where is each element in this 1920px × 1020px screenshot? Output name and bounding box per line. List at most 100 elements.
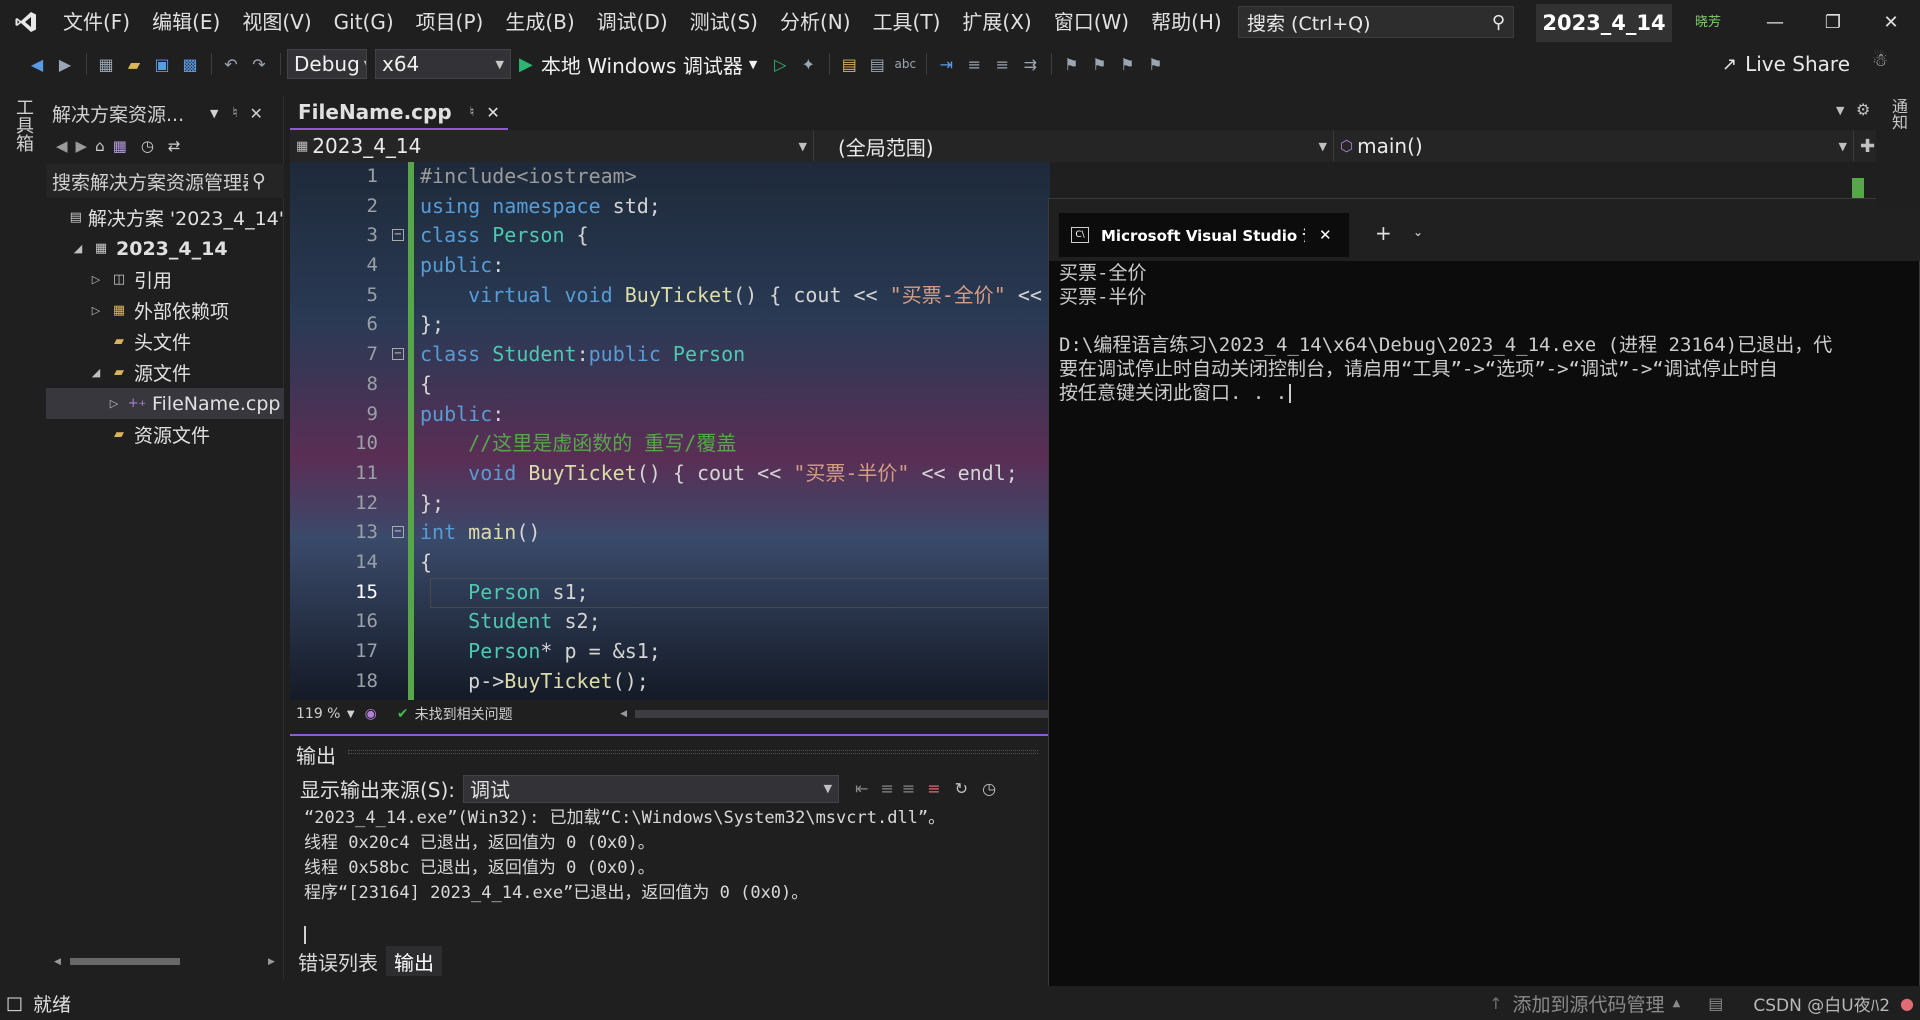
tree-item[interactable]: ▰ 资源文件 xyxy=(46,419,284,450)
find-message-icon[interactable]: ⇤ xyxy=(855,779,868,798)
tree-item[interactable]: ▤ 解决方案 '2023_4_14' xyxy=(46,202,284,233)
new-project-icon[interactable]: ▦ xyxy=(93,51,119,77)
indent-icon[interactable]: ⇉ xyxy=(1017,51,1043,77)
restore-button[interactable]: ❐ xyxy=(1804,0,1862,44)
prev-bookmark-icon[interactable]: ⚑ xyxy=(1086,51,1112,77)
output-text[interactable]: “2023_4_14.exe”(Win32): 已加载“C:\Windows\S… xyxy=(304,806,1044,918)
zoom-level[interactable]: 119 % xyxy=(296,706,347,722)
save-all-icon[interactable]: ▩ xyxy=(177,51,203,77)
search-input[interactable]: 搜索 (Ctrl+Q) ⚲ xyxy=(1238,6,1514,38)
configuration-select[interactable]: Debug▼ xyxy=(287,49,367,79)
member-nav-dropdown[interactable]: ⬡ main() ▼ xyxy=(1334,131,1854,161)
menu-item[interactable]: 分析(N) xyxy=(769,0,862,44)
user-avatar[interactable]: 晓芳 xyxy=(1688,8,1728,32)
issues-label[interactable]: 未找到相关问题 xyxy=(415,704,621,724)
switch-views-icon[interactable]: ▦ xyxy=(113,137,127,155)
clear-all-icon[interactable]: ≡ xyxy=(927,779,940,798)
back-icon[interactable]: ◀ xyxy=(24,51,50,77)
tree-item[interactable]: ▰ 头文件 xyxy=(46,326,284,357)
menu-item[interactable]: Git(G) xyxy=(323,0,405,44)
menu-item[interactable]: 帮助(H) xyxy=(1140,0,1233,44)
collapse-region-icon[interactable]: − xyxy=(392,348,404,361)
tree-item[interactable]: ◢ ▦ 2023_4_14 xyxy=(46,233,284,264)
notifications-tab[interactable]: 通知 xyxy=(1886,98,1910,130)
panel-menu-icon[interactable]: ▼ xyxy=(210,107,218,120)
home-icon[interactable]: ⌂ xyxy=(95,137,105,155)
back-icon[interactable]: ◀ xyxy=(56,137,68,155)
tab-list-dropdown-icon[interactable]: ▼ xyxy=(1836,104,1844,117)
expand-toggle-icon[interactable]: ◢ xyxy=(70,242,86,255)
intellicode-icon[interactable]: ◉ xyxy=(365,706,377,722)
expand-toggle-icon[interactable]: ◢ xyxy=(88,366,104,379)
undo-icon[interactable]: ↶ xyxy=(218,51,244,77)
notification-bell-icon[interactable]: ● xyxy=(1900,994,1914,1013)
horizontal-scrollbar[interactable] xyxy=(635,710,1050,718)
project-nav-dropdown[interactable]: ▦ 2023_4_14 ▼ xyxy=(290,131,814,161)
pin-icon[interactable]: ♮ xyxy=(470,105,475,120)
source-control-label[interactable]: 添加到源代码管理 xyxy=(1513,990,1665,1017)
start-debugging-button[interactable]: ▶ 本地 Windows 调试器 ▼ xyxy=(519,50,757,79)
bookmark-icon[interactable]: ⚑ xyxy=(1058,51,1084,77)
chevron-down-icon[interactable]: ⌄ xyxy=(1413,225,1423,239)
output-source-select[interactable]: 调试 ▼ xyxy=(463,774,840,803)
browse-icon[interactable]: ▤ xyxy=(836,51,862,77)
menu-item[interactable]: 编辑(E) xyxy=(141,0,231,44)
tree-item[interactable]: ▷ + + FileName.cpp xyxy=(46,388,284,419)
tab-output[interactable]: 输出 xyxy=(386,946,442,976)
layout-icon[interactable]: ▤ xyxy=(864,51,890,77)
menu-item[interactable]: 文件(F) xyxy=(52,0,141,44)
spell-check-icon[interactable]: abc xyxy=(892,51,918,77)
close-panel-icon[interactable]: ✕ xyxy=(249,104,262,123)
tab-filename-cpp[interactable]: FileName.cpp ♮ ✕ xyxy=(290,96,508,130)
next-message-icon[interactable]: ≡ xyxy=(902,779,915,798)
tree-item[interactable]: ▷ ◫ 引用 xyxy=(46,264,284,295)
close-window-button[interactable]: ✕ xyxy=(1862,0,1920,44)
forward-icon[interactable]: ▶ xyxy=(52,51,78,77)
collapse-region-icon[interactable]: − xyxy=(392,229,404,242)
settings-gear-icon[interactable]: ⚙ xyxy=(1856,100,1870,119)
menu-item[interactable]: 扩展(X) xyxy=(951,0,1042,44)
tab-error-list[interactable]: 错误列表 xyxy=(290,946,386,976)
feedback-icon[interactable]: ☃ xyxy=(1872,50,1888,71)
horizontal-scrollbar[interactable]: ◀ ▶ xyxy=(54,954,276,968)
pending-changes-icon[interactable]: ◷ xyxy=(141,137,154,155)
console-tab[interactable]: C\ Microsoft Visual Studio 调试控 ✕ xyxy=(1059,213,1349,257)
platform-select[interactable]: x64 ▼ xyxy=(375,49,511,79)
close-tab-icon[interactable]: ✕ xyxy=(486,103,499,122)
code-text[interactable]: #include<iostream> using namespace std; cl… xyxy=(420,162,1050,700)
clear-bookmarks-icon[interactable]: ⚑ xyxy=(1142,51,1168,77)
pin-icon[interactable]: ♮ xyxy=(232,105,237,121)
sync-icon[interactable]: ⇄ xyxy=(168,137,181,155)
code-editor[interactable]: 1 2 3 4 5 6 7 8 9 10 11 12 13 14 15 16 17 18 − − − #include… xyxy=(290,162,1050,700)
console-output[interactable]: 买票-全价 买票-半价 D:\编程语言练习\2023_4_14\x64\Debug\… xyxy=(1059,261,1919,981)
forward-icon[interactable]: ▶ xyxy=(76,137,88,155)
expand-toggle-icon[interactable]: ▷ xyxy=(106,397,122,410)
expand-toggle-icon[interactable]: ▷ xyxy=(88,304,104,317)
expand-toggle-icon[interactable]: ▷ xyxy=(88,273,104,286)
chevron-down-icon[interactable]: ▼ xyxy=(347,709,355,720)
comment-icon[interactable]: ≡ xyxy=(961,51,987,77)
menu-item[interactable]: 测试(S) xyxy=(679,0,769,44)
tree-item[interactable]: ▷ ▦ 外部依赖项 xyxy=(46,295,284,326)
redo-icon[interactable]: ↷ xyxy=(246,51,272,77)
tree-item[interactable]: ◢ ▰ 源文件 xyxy=(46,357,284,388)
panel-grip[interactable] xyxy=(348,750,1038,754)
scope-nav-dropdown[interactable]: (全局范围) ▼ xyxy=(814,131,1334,161)
collapse-region-icon[interactable]: − xyxy=(392,526,404,539)
save-icon[interactable]: ▣ xyxy=(149,51,175,77)
live-share-button[interactable]: ↗ Live Share xyxy=(1722,48,1850,80)
start-without-debugging-icon[interactable]: ▷ xyxy=(767,51,793,77)
scroll-left-icon[interactable]: ◀ xyxy=(620,709,627,719)
menu-item[interactable]: 项目(P) xyxy=(405,0,495,44)
minimize-button[interactable]: — xyxy=(1746,0,1804,44)
step-icon[interactable]: ⇥ xyxy=(933,51,959,77)
uncomment-icon[interactable]: ≡ xyxy=(989,51,1015,77)
chevron-up-icon[interactable]: ▲ xyxy=(1673,998,1681,1009)
menu-item[interactable]: 窗口(W) xyxy=(1043,0,1140,44)
new-tab-icon[interactable]: + xyxy=(1375,221,1392,245)
menu-item[interactable]: 生成(B) xyxy=(494,0,585,44)
solution-search-input[interactable]: 搜索解决方案资源管理器 ⚲ xyxy=(46,164,284,198)
next-bookmark-icon[interactable]: ⚑ xyxy=(1114,51,1140,77)
close-tab-icon[interactable]: ✕ xyxy=(1319,226,1332,244)
prev-message-icon[interactable]: ≡ xyxy=(880,779,893,798)
